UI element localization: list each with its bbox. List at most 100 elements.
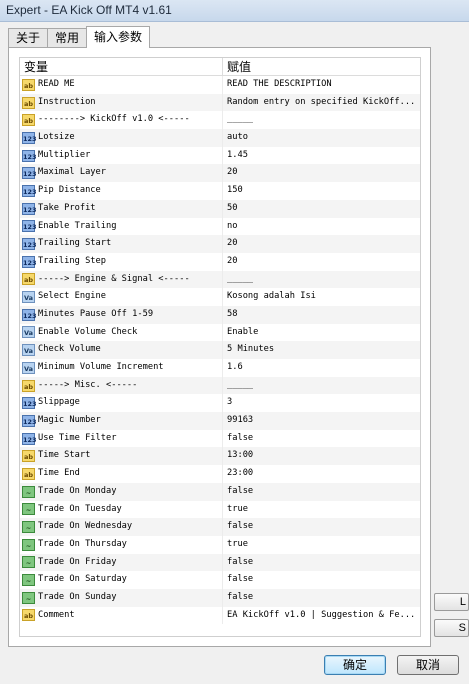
- table-row[interactable]: 123 Enable Trailing no: [20, 217, 420, 236]
- string-type-icon: ab: [22, 78, 35, 91]
- column-header-value[interactable]: 赋值: [223, 58, 251, 75]
- table-row[interactable]: ab Time Start 13:00: [20, 447, 420, 466]
- table-row[interactable]: ab Instruction Random entry on specified K…: [20, 93, 420, 112]
- value-cell[interactable]: 150: [223, 182, 243, 200]
- value-cell[interactable]: Kosong adalah Isi: [223, 288, 316, 306]
- table-row[interactable]: ~ Trade On Friday false: [20, 553, 420, 572]
- table-row[interactable]: Va Minimum Volume Increment 1.6: [20, 359, 420, 377]
- variable-name: Trade On Sunday: [38, 591, 117, 602]
- variable-name: Trailing Start: [38, 238, 112, 249]
- variable-name: Trade On Tuesday: [38, 503, 122, 514]
- table-row[interactable]: 123 Magic Number 99163: [20, 412, 420, 430]
- value-cell[interactable]: auto: [223, 129, 248, 147]
- boolean-type-icon: ~: [22, 574, 35, 587]
- value-cell[interactable]: 1.6: [223, 359, 243, 377]
- table-row[interactable]: 123 Maximal Layer 20: [20, 164, 420, 183]
- table-row[interactable]: ab READ ME READ THE DESCRIPTION: [20, 76, 420, 94]
- save-button[interactable]: S: [434, 619, 469, 637]
- value-cell[interactable]: 5 Minutes: [223, 341, 274, 359]
- table-row[interactable]: ab Comment EA KickOff v1.0 | Suggestion & …: [20, 606, 420, 625]
- boolean-type-icon: ~: [22, 591, 35, 604]
- value-cell[interactable]: false: [223, 554, 253, 572]
- table-row[interactable]: ab --------> KickOff v1.0 <----- _____: [20, 111, 420, 130]
- table-row[interactable]: 123 Minutes Pause Off 1-59 58: [20, 305, 420, 324]
- variable-cell: Va Minimum Volume Increment: [20, 359, 223, 377]
- variable-cell: 123 Lotsize: [20, 129, 223, 147]
- variable-cell: ~ Trade On Sunday: [20, 588, 223, 607]
- value-cell[interactable]: 1.45: [223, 147, 248, 165]
- variable-cell: 123 Minutes Pause Off 1-59: [20, 305, 223, 324]
- value-cell[interactable]: 23:00: [223, 465, 253, 483]
- table-row[interactable]: Va Enable Volume Check Enable: [20, 323, 420, 342]
- boolean-type-icon: ~: [22, 503, 35, 516]
- cancel-button[interactable]: 取消: [397, 655, 459, 675]
- value-cell[interactable]: Enable: [223, 324, 258, 342]
- value-cell[interactable]: READ THE DESCRIPTION: [223, 76, 332, 94]
- value-cell[interactable]: 13:00: [223, 447, 253, 465]
- boolean-type-icon: ~: [22, 556, 35, 569]
- value-cell[interactable]: false: [223, 483, 253, 501]
- value-cell[interactable]: 99163: [223, 412, 253, 430]
- variable-name: Multiplier: [38, 149, 91, 160]
- value-cell[interactable]: _____: [223, 111, 253, 129]
- value-cell[interactable]: false: [223, 589, 253, 607]
- number-type-icon: 123: [22, 414, 37, 427]
- table-row[interactable]: ~ Trade On Thursday true: [20, 535, 420, 554]
- enum-type-icon: Va: [22, 291, 35, 304]
- value-cell[interactable]: true: [223, 536, 248, 554]
- table-row[interactable]: ab -----> Misc. <----- _____: [20, 376, 420, 395]
- boolean-type-icon: ~: [22, 521, 35, 534]
- value-cell[interactable]: 20: [223, 253, 237, 271]
- variable-cell: 123 Maximal Layer: [20, 164, 223, 183]
- table-row[interactable]: ab -----> Engine & Signal <----- _____: [20, 270, 420, 289]
- value-cell[interactable]: 58: [223, 306, 237, 324]
- table-row[interactable]: ~ Trade On Monday false: [20, 482, 420, 501]
- table-row[interactable]: 123 Slippage 3: [20, 394, 420, 413]
- value-cell[interactable]: 50: [223, 200, 237, 218]
- value-cell[interactable]: EA KickOff v1.0 | Suggestion & Fe...: [223, 607, 415, 625]
- string-type-icon: ab: [22, 273, 35, 286]
- tab-common[interactable]: 常用: [47, 28, 88, 48]
- variable-name: Trade On Saturday: [38, 574, 127, 585]
- table-row[interactable]: 123 Use Time Filter false: [20, 429, 420, 448]
- table-row[interactable]: ab Time End 23:00: [20, 465, 420, 483]
- table-row[interactable]: 123 Pip Distance 150: [20, 182, 420, 200]
- value-cell[interactable]: _____: [223, 377, 253, 395]
- table-row[interactable]: 123 Lotsize auto: [20, 129, 420, 147]
- table-row[interactable]: Va Check Volume 5 Minutes: [20, 341, 420, 359]
- number-type-icon: 123: [22, 238, 37, 251]
- window-title: Expert - EA Kick Off MT4 v1.61: [6, 3, 172, 17]
- number-type-icon: 123: [22, 131, 37, 144]
- table-row[interactable]: ~ Trade On Saturday false: [20, 571, 420, 589]
- load-button[interactable]: L: [434, 593, 469, 611]
- value-cell[interactable]: false: [223, 518, 253, 536]
- value-cell[interactable]: 3: [223, 394, 232, 412]
- table-row[interactable]: Va Select Engine Kosong adalah Isi: [20, 288, 420, 306]
- variable-cell: 123 Take Profit: [20, 199, 223, 218]
- variable-cell: ab Time End: [20, 465, 223, 483]
- table-row[interactable]: 123 Trailing Step 20: [20, 252, 420, 271]
- value-cell[interactable]: false: [223, 430, 253, 448]
- tab-inputs[interactable]: 输入参数: [86, 26, 151, 48]
- tab-about[interactable]: 关于: [8, 28, 49, 48]
- value-cell[interactable]: true: [223, 501, 248, 519]
- value-cell[interactable]: 20: [223, 164, 237, 182]
- number-type-icon: 123: [22, 149, 37, 162]
- value-cell[interactable]: 20: [223, 235, 237, 253]
- value-cell[interactable]: no: [223, 218, 237, 236]
- table-row[interactable]: ~ Trade On Wednesday false: [20, 518, 420, 536]
- value-cell[interactable]: _____: [223, 271, 253, 289]
- table-row[interactable]: ~ Trade On Sunday false: [20, 588, 420, 607]
- table-row[interactable]: 123 Take Profit 50: [20, 199, 420, 218]
- ok-button[interactable]: 确定: [324, 655, 386, 675]
- value-cell[interactable]: Random entry on specified KickOff...: [223, 94, 415, 112]
- variable-cell: ab Instruction: [20, 93, 223, 112]
- value-cell[interactable]: false: [223, 571, 253, 589]
- table-row[interactable]: 123 Multiplier 1.45: [20, 146, 420, 165]
- variable-cell: ab --------> KickOff v1.0 <-----: [20, 111, 223, 130]
- variable-cell: ~ Trade On Monday: [20, 482, 223, 501]
- table-row[interactable]: ~ Trade On Tuesday true: [20, 500, 420, 519]
- table-row[interactable]: 123 Trailing Start 20: [20, 235, 420, 253]
- column-header-variable[interactable]: 变量: [20, 58, 223, 75]
- boolean-type-icon: ~: [22, 485, 35, 498]
